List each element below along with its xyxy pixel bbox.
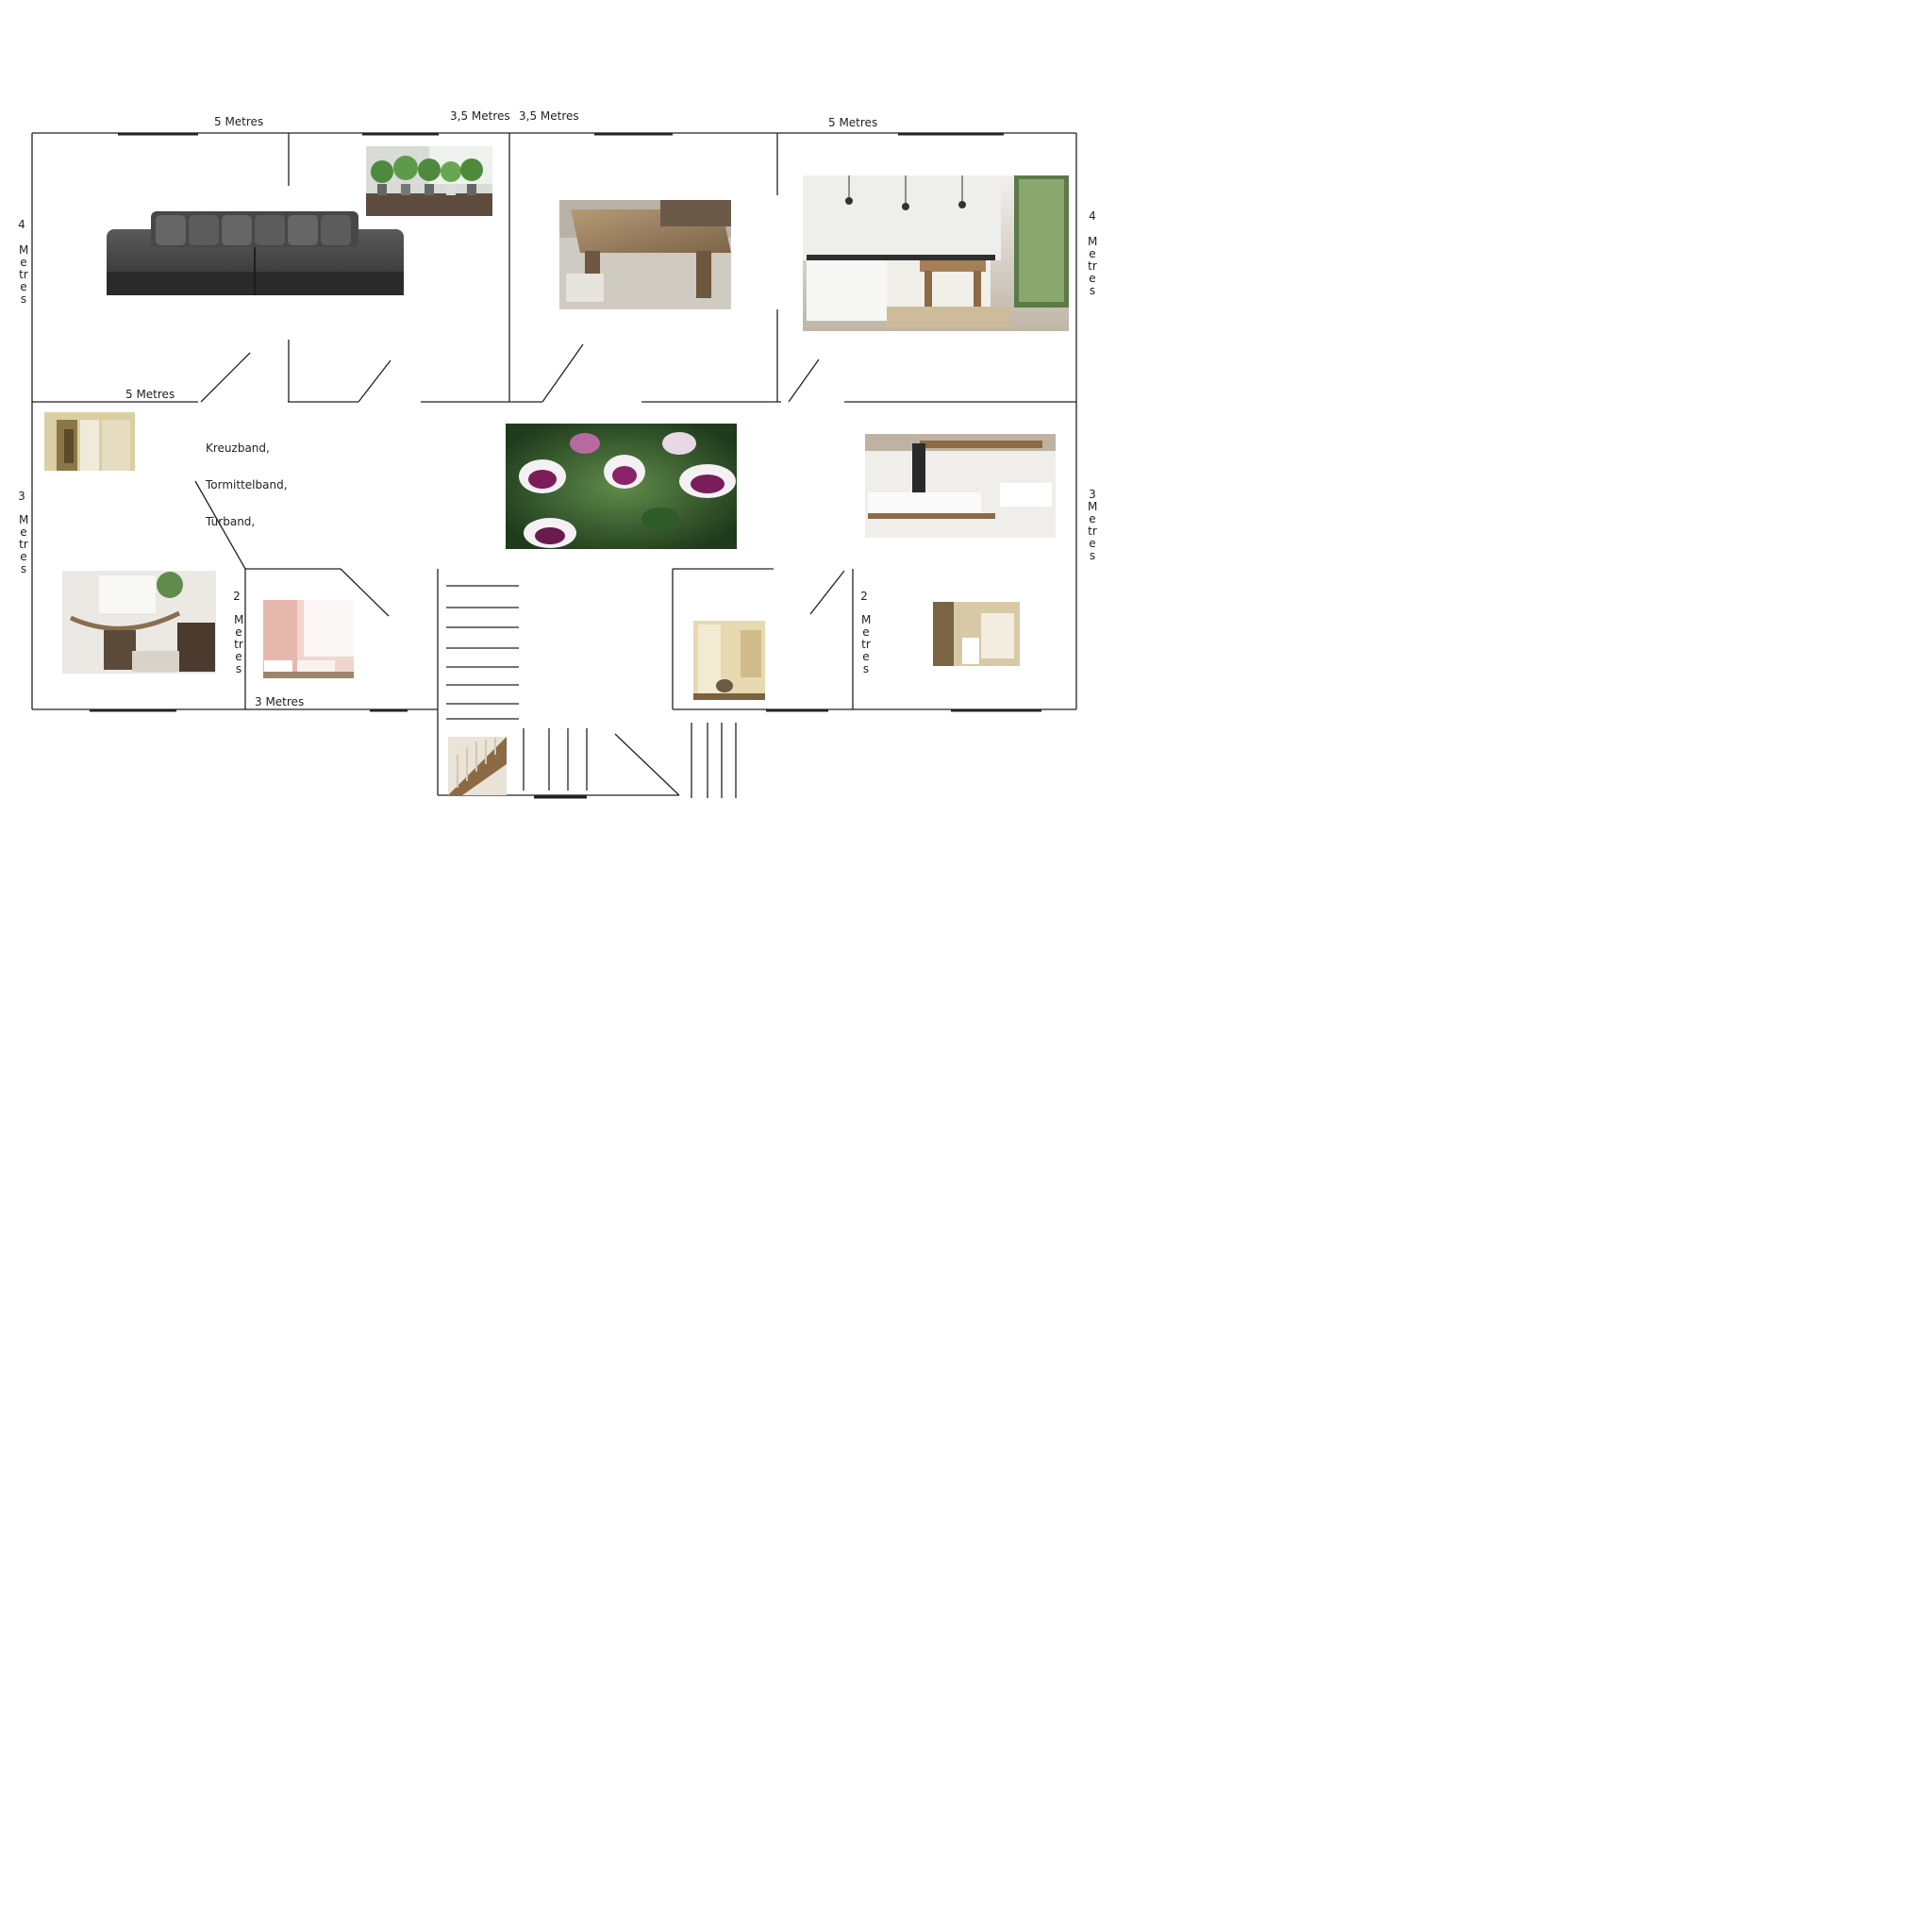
dimension-right-upper-num: 4: [1089, 209, 1096, 223]
dimension-top-right: 5 Metres: [828, 116, 878, 129]
floor-plan: [31, 132, 1077, 799]
dimension-left-lower-num: 3: [18, 490, 25, 503]
sofa-photo: [107, 211, 404, 300]
dimension-living-bottom: 5 Metres: [125, 388, 175, 401]
dimension-top-left: 5 Metres: [214, 115, 264, 128]
dimension-left-lower-word: Metres: [19, 513, 29, 575]
dimension-right-upper-word: Metres: [1088, 235, 1098, 297]
hinge-note-line-2: Tormittelband,: [206, 478, 288, 491]
dimension-left-upper-word: Metres: [19, 243, 29, 306]
hinge-note-line-1: Kreuzband,: [206, 441, 270, 455]
plants-photo: [366, 146, 492, 216]
dimension-left-upper-num: 4: [18, 218, 25, 231]
dimension-top-mid-right: 3,5 Metres: [519, 109, 579, 123]
dimension-small-room-num: 2: [233, 590, 241, 603]
hinge-note-line-3: Türband,: [206, 515, 256, 528]
kitchen-photo: [803, 175, 1069, 331]
dimension-right-lower: 3Metres: [1088, 488, 1098, 562]
dimension-small-room-word: Metres: [234, 613, 244, 675]
bathroom-photo: [865, 434, 1056, 538]
flowers-photo: [506, 424, 737, 549]
washroom-photo: [933, 602, 1020, 666]
pink-room-photo: [263, 600, 354, 678]
dining-table-photo: [559, 200, 731, 309]
toilet-photo: [693, 621, 765, 700]
staircase-photo: [448, 737, 507, 795]
dimension-small-room-bottom: 3 Metres: [255, 695, 305, 708]
hinge-note: Kreuzband, Tormittelband, Türband,: [206, 418, 288, 541]
hammock-room-photo: [62, 571, 216, 674]
dimension-top-mid-left: 3,5 Metres: [450, 109, 510, 123]
dimension-bath-side-num: 2: [860, 590, 868, 603]
dimension-bath-side-word: Metres: [861, 613, 872, 675]
wardrobe-photo: [44, 412, 135, 471]
